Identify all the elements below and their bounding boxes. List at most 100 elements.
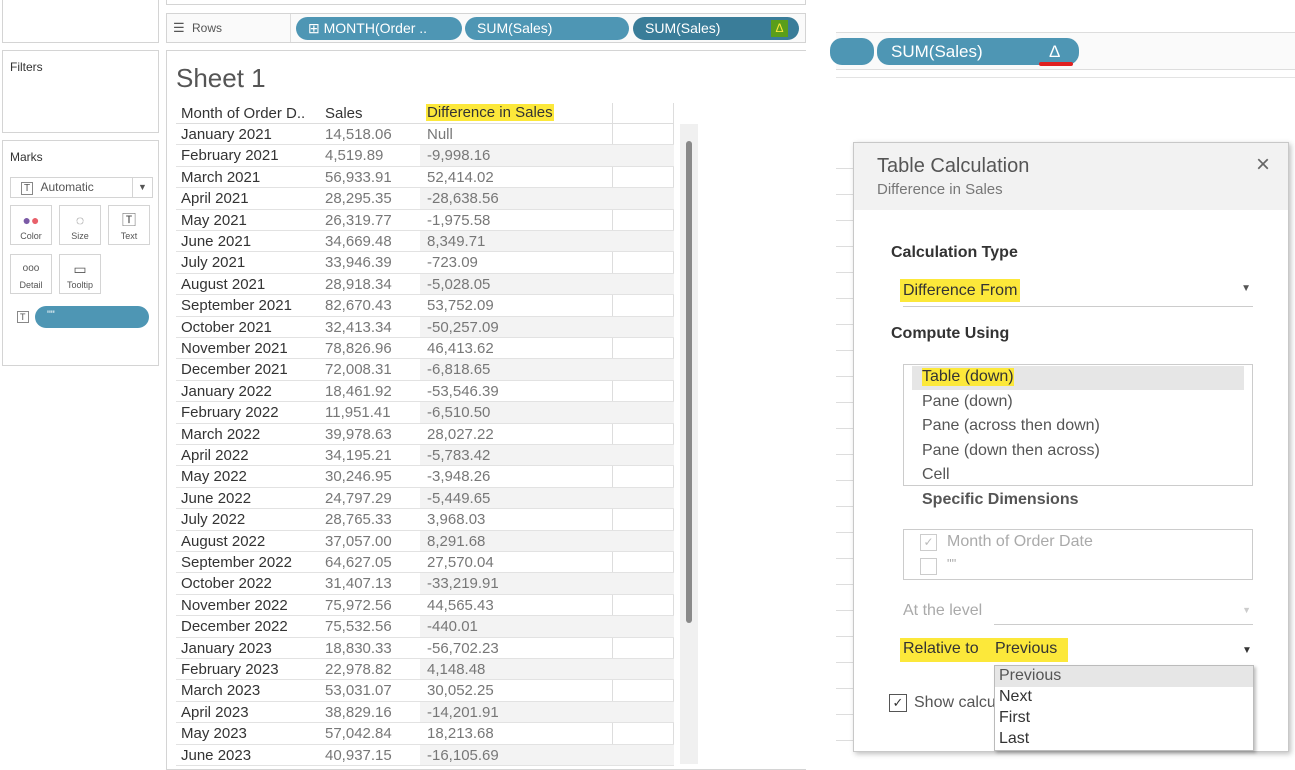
background-row-line bbox=[836, 636, 853, 637]
background-row-line bbox=[836, 350, 853, 351]
header-month[interactable]: Month of Order D.. bbox=[181, 105, 305, 122]
table-row: September 2022 64,627.05 27,570.04 bbox=[176, 552, 674, 574]
background-row-line bbox=[836, 558, 853, 559]
expand-icon: ⊞ bbox=[308, 20, 324, 36]
difference-cell: 27,570.04 bbox=[427, 554, 494, 571]
header-sales[interactable]: Sales bbox=[325, 105, 363, 122]
menu-item-first[interactable]: First bbox=[999, 709, 1030, 727]
background-row-line bbox=[836, 454, 853, 455]
menu-item-next[interactable]: Next bbox=[999, 688, 1032, 706]
dialog-subtitle: Difference in Sales bbox=[877, 181, 1003, 198]
checkbox-checked-icon[interactable]: ✓ bbox=[920, 534, 937, 551]
chevron-down-icon[interactable]: ▼ bbox=[132, 178, 152, 197]
checkbox-checked-icon[interactable]: ✓ bbox=[889, 694, 907, 712]
month-cell: July 2021 bbox=[181, 254, 246, 272]
difference-cell: -50,257.09 bbox=[427, 318, 499, 336]
table-row: February 2023 22,978.82 4,148.48 bbox=[176, 659, 674, 681]
text-button[interactable]: 🅃 Text bbox=[108, 205, 150, 245]
table-row: April 2022 34,195.21 -5,783.42 bbox=[176, 445, 674, 467]
menu-item-last[interactable]: Last bbox=[999, 730, 1029, 748]
color-label: Color bbox=[20, 231, 42, 241]
sales-cell: 39,978.63 bbox=[325, 425, 392, 443]
red-marker bbox=[1039, 62, 1073, 66]
table-row: April 2021 28,295.35 -28,638.56 bbox=[176, 188, 674, 210]
difference-cell: 52,414.02 bbox=[427, 168, 494, 186]
mark-type-dropdown[interactable]: T Automatic ▼ bbox=[10, 177, 153, 198]
calc-type-dropdown[interactable]: Difference From ▼ bbox=[900, 279, 1253, 307]
at-level-dropdown[interactable]: ▼ bbox=[994, 599, 1253, 625]
difference-cell: -723.09 bbox=[427, 254, 478, 272]
difference-cell: -440.01 bbox=[427, 618, 478, 636]
pill-label: SUM(Sales) bbox=[645, 20, 721, 36]
text-mark-icon: T bbox=[17, 311, 29, 323]
text-field-pill[interactable]: "" bbox=[35, 306, 149, 328]
color-button[interactable]: ●● Color bbox=[10, 205, 52, 245]
chevron-down-icon: ▼ bbox=[1242, 605, 1251, 615]
sum-sales-delta-pill-zoom[interactable]: SUM(Sales) Δ bbox=[877, 38, 1079, 65]
dialog-title: Table Calculation bbox=[877, 155, 1030, 177]
table-calculation-dialog: Table Calculation Difference in Sales × … bbox=[853, 142, 1289, 752]
detail-button[interactable]: ooo Detail bbox=[10, 254, 52, 294]
compute-option-pane-down[interactable]: Pane (down) bbox=[922, 393, 1013, 411]
sales-cell: 37,057.00 bbox=[325, 532, 392, 550]
relative-to-label: Relative to bbox=[903, 640, 979, 657]
filters-title: Filters bbox=[10, 60, 43, 74]
sales-cell: 11,951.41 bbox=[325, 404, 391, 422]
sum-sales-delta-pill[interactable]: SUM(Sales) Δ bbox=[633, 17, 799, 40]
compute-option-specific-dimensions[interactable]: Specific Dimensions bbox=[922, 491, 1079, 509]
compute-option-pane-across-down[interactable]: Pane (across then down) bbox=[922, 417, 1100, 435]
month-order-pill[interactable]: ⊞ MONTH(Order .. bbox=[296, 17, 462, 40]
month-cell: April 2022 bbox=[181, 447, 249, 464]
table-row: March 2021 56,933.91 52,414.02 bbox=[176, 167, 674, 189]
table-row: March 2023 53,031.07 30,052.25 bbox=[176, 680, 674, 702]
menu-item-previous[interactable]: Previous bbox=[999, 667, 1061, 685]
difference-cell: 18,213.68 bbox=[427, 725, 494, 743]
compute-using-list[interactable]: Table (down) Pane (down) Pane (across th… bbox=[903, 364, 1253, 508]
checkbox-unchecked-icon[interactable] bbox=[920, 558, 937, 575]
table-row: July 2022 28,765.33 3,968.03 bbox=[176, 509, 674, 531]
month-cell: January 2021 bbox=[181, 126, 272, 143]
difference-cell: 53,752.09 bbox=[427, 297, 494, 315]
relative-to-value[interactable]: Previous bbox=[995, 640, 1057, 658]
table-row: November 2021 78,826.96 46,413.62 bbox=[176, 338, 674, 360]
table-row: May 2021 26,319.77 -1,975.58 bbox=[176, 210, 674, 231]
table-row: January 2021 14,518.06 Null bbox=[176, 124, 674, 146]
background-row-line bbox=[836, 220, 853, 221]
tooltip-button[interactable]: ▭ Tooltip bbox=[59, 254, 101, 294]
difference-cell: 28,027.22 bbox=[427, 425, 494, 443]
month-cell: October 2021 bbox=[181, 318, 272, 336]
background-row-line bbox=[836, 740, 853, 741]
relative-to-menu: Previous Next First Last bbox=[994, 665, 1254, 751]
pill-partial[interactable] bbox=[830, 38, 874, 65]
month-cell: February 2022 bbox=[181, 404, 279, 422]
marks-title: Marks bbox=[10, 150, 43, 164]
month-cell: January 2023 bbox=[181, 639, 272, 657]
month-cell: February 2023 bbox=[181, 661, 279, 678]
filters-shelf[interactable]: Filters bbox=[2, 50, 159, 133]
month-cell: August 2021 bbox=[181, 275, 266, 293]
difference-cell: -6,510.50 bbox=[427, 404, 491, 422]
chevron-down-icon[interactable]: ▼ bbox=[1242, 645, 1252, 656]
size-button[interactable]: ◌ Size bbox=[59, 205, 101, 245]
close-icon[interactable]: × bbox=[1256, 151, 1270, 179]
table-row: February 2021 4,519.89 -9,998.16 bbox=[176, 145, 674, 167]
compute-option-table-down[interactable]: Table (down) bbox=[922, 368, 1014, 386]
compute-option-cell[interactable]: Cell bbox=[922, 466, 950, 484]
compute-option-pane-down-across[interactable]: Pane (down then across) bbox=[922, 442, 1100, 460]
size-label: Size bbox=[71, 231, 89, 241]
dimension-month: Month of Order Date bbox=[947, 533, 1093, 550]
sum-sales-pill[interactable]: SUM(Sales) bbox=[465, 17, 629, 40]
size-icon: ◌ bbox=[75, 212, 85, 228]
month-cell: October 2022 bbox=[181, 575, 272, 593]
tooltip-icon: ▭ bbox=[73, 261, 87, 277]
rows-label: Rows bbox=[192, 21, 223, 35]
color-icon: ●● bbox=[22, 212, 40, 228]
sales-cell: 18,830.33 bbox=[325, 639, 392, 657]
header-difference[interactable]: Difference in Sales bbox=[426, 104, 554, 121]
background-row-line bbox=[836, 506, 853, 507]
background-row-line bbox=[836, 532, 853, 533]
table-row: August 2022 37,057.00 8,291.68 bbox=[176, 530, 674, 552]
scrollbar-thumb[interactable] bbox=[686, 141, 692, 623]
marks-card: Marks T Automatic ▼ ●● Color ◌ Size 🅃 Text … bbox=[2, 140, 159, 366]
compute-using-label: Compute Using bbox=[891, 325, 1010, 342]
